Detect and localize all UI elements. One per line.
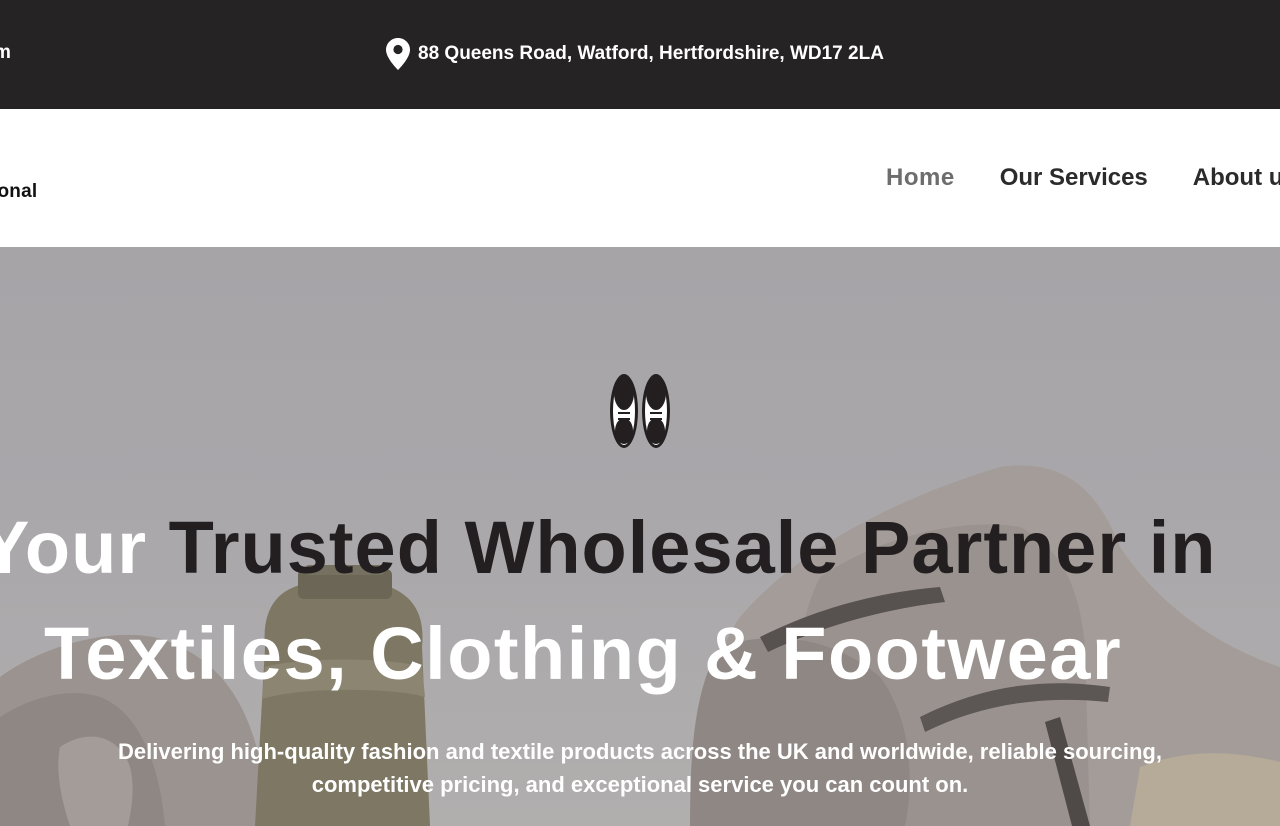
address[interactable]: 88 Queens Road, Watford, Hertfordshire, …	[386, 38, 884, 70]
logo[interactable]: ional	[0, 181, 37, 203]
hero-subtitle: Delivering high-quality fashion and text…	[40, 735, 1240, 801]
main-nav: Home Our Services About u	[886, 161, 1280, 195]
hero-title-rest: Trusted Wholesale Partner in	[168, 506, 1217, 589]
hero-subtitle-line-2: competitive pricing, and exceptional ser…	[311, 772, 969, 797]
nav-our-services[interactable]: Our Services	[1000, 161, 1148, 195]
shoes-icon	[608, 373, 672, 456]
location-pin-icon	[386, 38, 410, 70]
hero-title-prefix: Your	[0, 506, 148, 589]
hero-title-line-2: Textiles, Clothing & Footwear	[44, 612, 1123, 695]
hero-title-line-1: Your Trusted Wholesale Partner in	[0, 503, 1216, 593]
nav-about-us[interactable]: About u	[1193, 161, 1280, 195]
address-text: 88 Queens Road, Watford, Hertfordshire, …	[418, 43, 884, 64]
hero-section: Your Trusted Wholesale Partner in Textil…	[0, 247, 1280, 826]
top-bar: m 88 Queens Road, Watford, Hertfordshire…	[0, 0, 1280, 109]
hero-subtitle-line-1: Delivering high-quality fashion and text…	[118, 739, 1162, 764]
contact-email-partial[interactable]: m	[0, 41, 11, 65]
site-header: ional Home Our Services About u	[0, 109, 1280, 247]
nav-home[interactable]: Home	[886, 161, 955, 195]
